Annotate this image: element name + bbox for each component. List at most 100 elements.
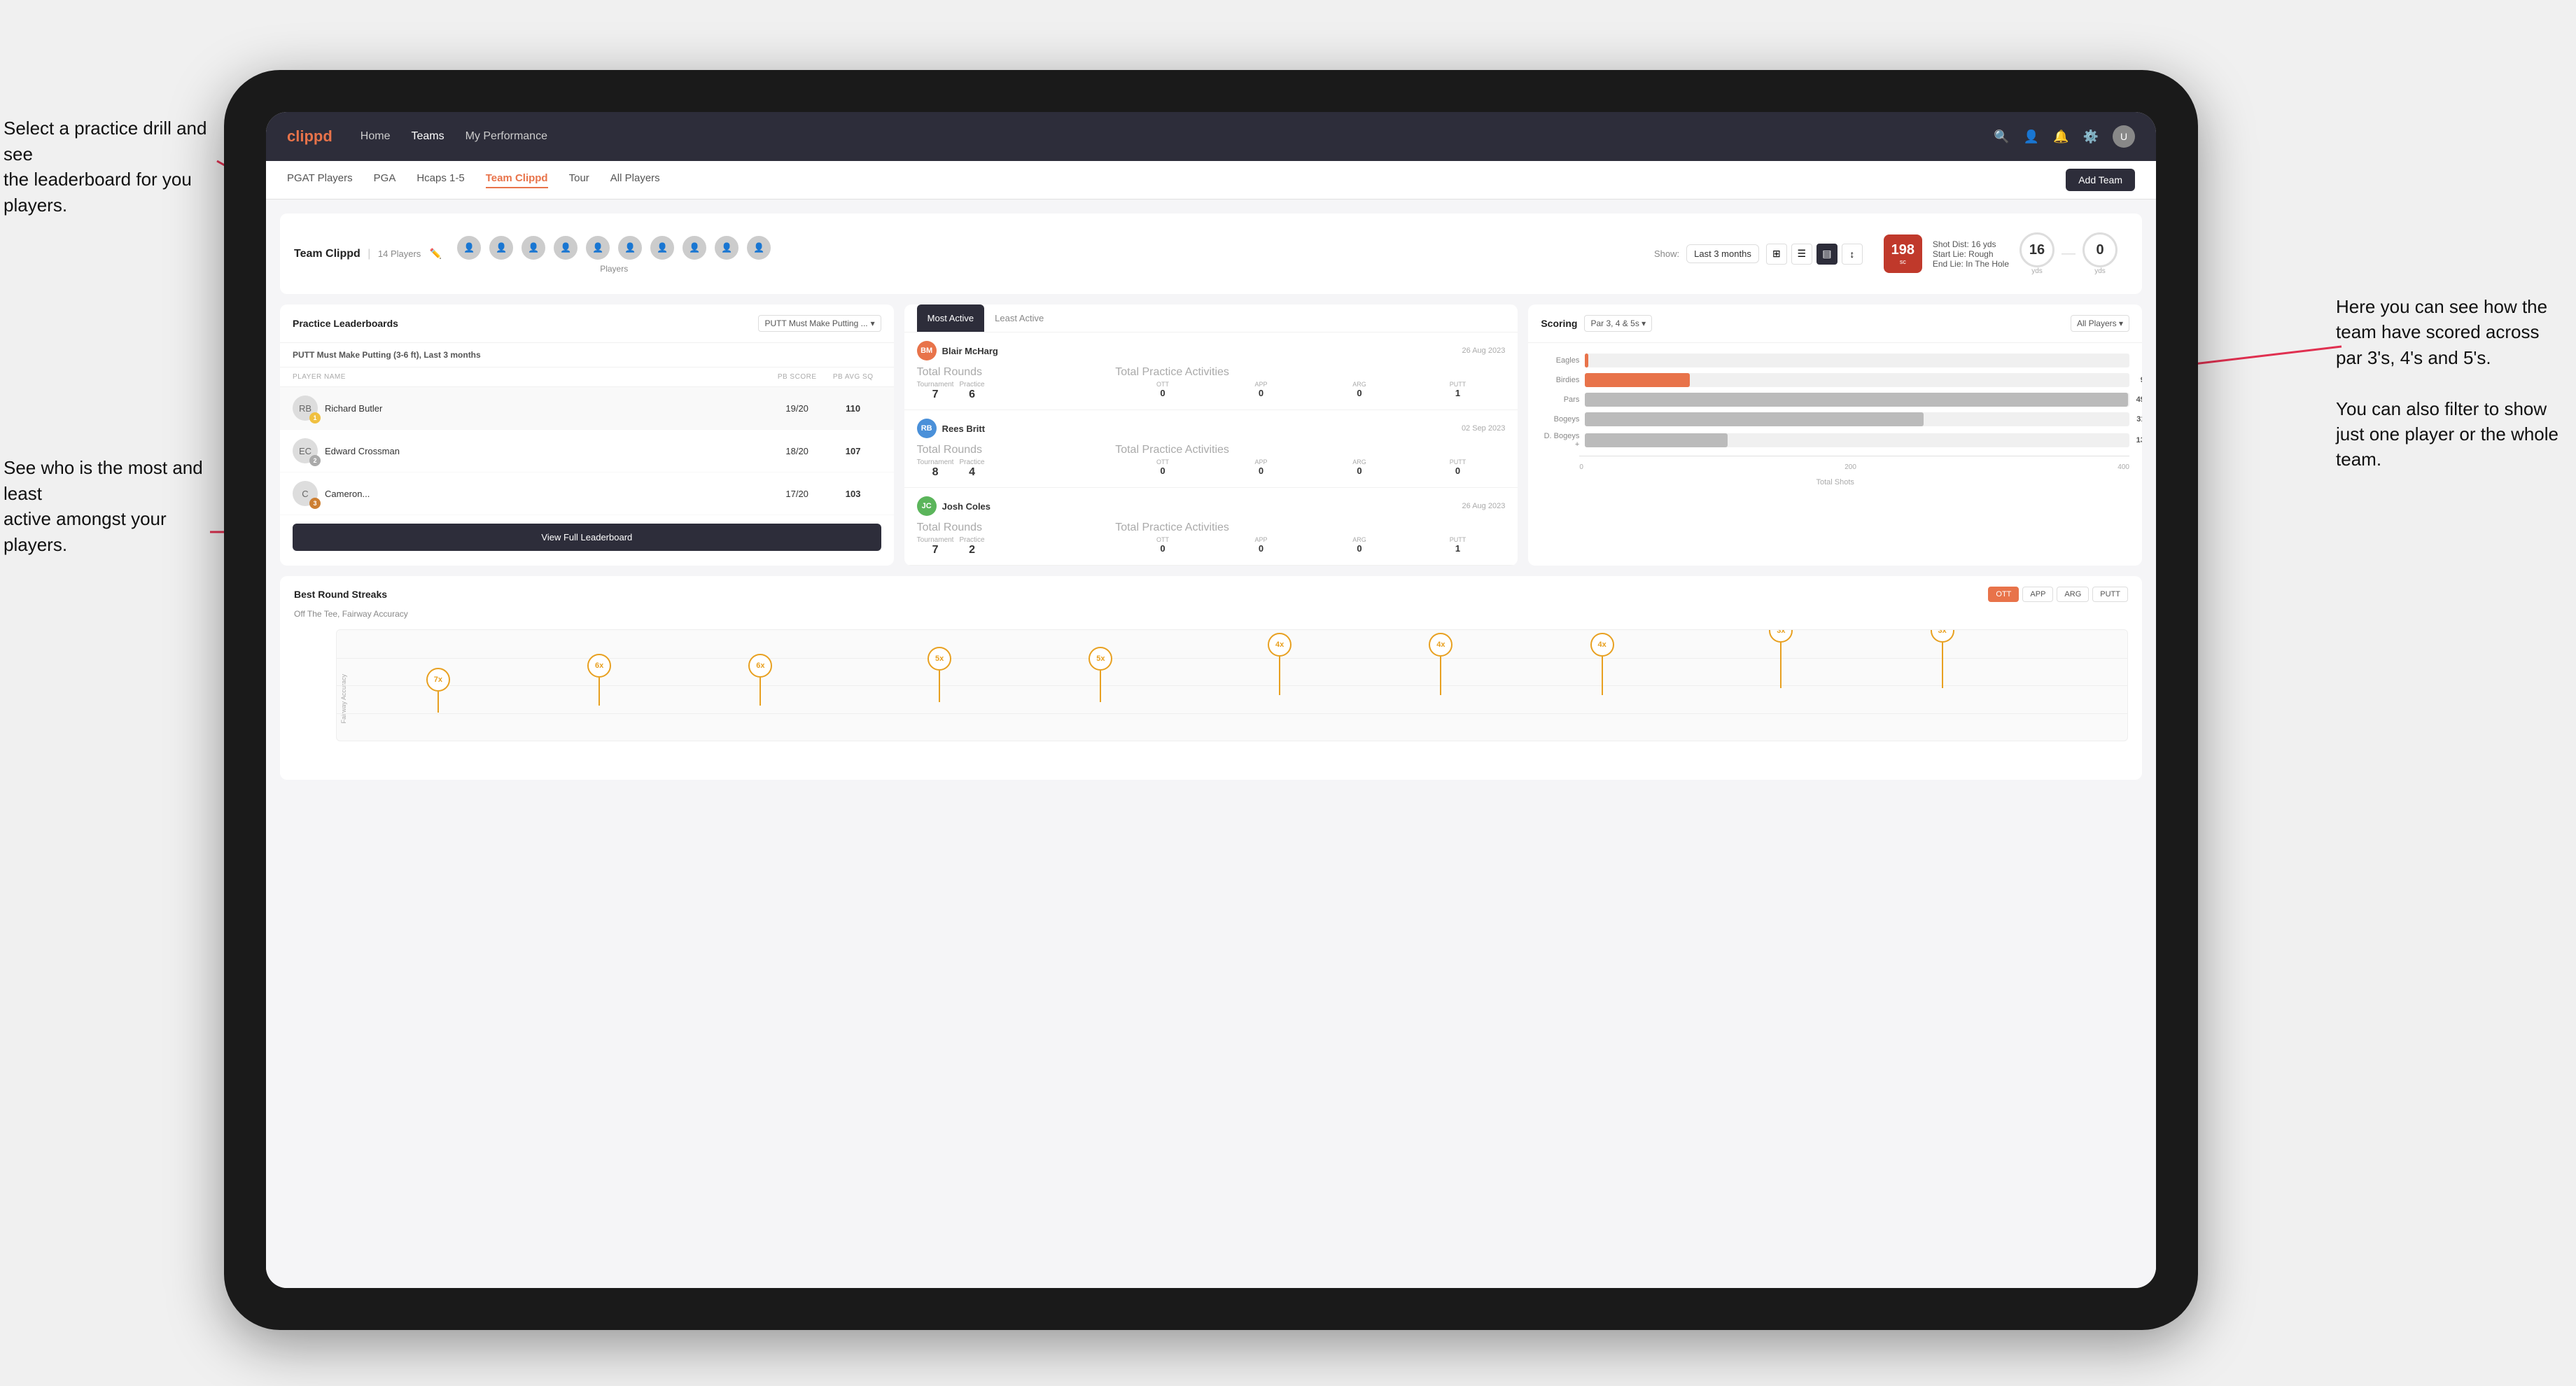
player-avatar-9[interactable]: 👤 bbox=[713, 234, 740, 261]
chart-axis: 0 200 400 bbox=[1541, 460, 2129, 475]
scoring-player-filter[interactable]: All Players ▾ bbox=[2071, 315, 2129, 332]
bar-row-dbogeys: D. Bogeys + 131 bbox=[1541, 432, 2129, 449]
bar-row-pars: Pars 499 bbox=[1541, 393, 2129, 407]
rank-badge-2: 2 bbox=[309, 455, 321, 466]
player-avatar-5[interactable]: 👤 bbox=[584, 234, 611, 261]
streak-dot-4: 5x bbox=[927, 647, 951, 702]
player-avatar-8[interactable]: 👤 bbox=[681, 234, 708, 261]
subnav-pgat[interactable]: PGAT Players bbox=[287, 172, 353, 188]
practice-activities-group-2: Total Practice Activities OTT 0 APP bbox=[1115, 444, 1505, 479]
scoring-title: Scoring bbox=[1541, 318, 1577, 329]
bar-fill-bogeys bbox=[1585, 412, 1924, 426]
bar-fill-pars bbox=[1585, 393, 2128, 407]
list-item: RB Rees Britt 02 Sep 2023 Total Rounds bbox=[904, 410, 1518, 488]
subnav-tour[interactable]: Tour bbox=[569, 172, 589, 188]
bar-row-bogeys: Bogeys 311 bbox=[1541, 412, 2129, 426]
activity-row-header-2: RB Rees Britt 02 Sep 2023 bbox=[917, 419, 1506, 438]
bar-label-bogeys: Bogeys bbox=[1541, 415, 1579, 424]
tab-least-active[interactable]: Least Active bbox=[984, 304, 1054, 332]
lb-score-3: 17/20 bbox=[769, 489, 825, 499]
streak-circle-4: 5x bbox=[927, 647, 951, 671]
player-avatar-3[interactable]: 👤 bbox=[520, 234, 547, 261]
subnav-pga[interactable]: PGA bbox=[374, 172, 396, 188]
streaks-filter-group: OTT APP ARG PUTT bbox=[1988, 587, 2128, 602]
streaks-filter-arg[interactable]: ARG bbox=[2057, 587, 2089, 602]
lb-avatar-2: EC 2 bbox=[293, 438, 318, 463]
edit-team-icon[interactable]: ✏️ bbox=[430, 248, 442, 259]
annotation-top-right: Here you can see how the team have score… bbox=[2336, 294, 2558, 472]
lb-avg-1: 110 bbox=[825, 403, 881, 414]
streaks-filter-ott[interactable]: OTT bbox=[1988, 587, 2019, 602]
scoring-par-filter[interactable]: Par 3, 4 & 5s ▾ bbox=[1584, 315, 1652, 332]
bar-label-birdies: Birdies bbox=[1541, 376, 1579, 384]
view-full-leaderboard-button[interactable]: View Full Leaderboard bbox=[293, 524, 881, 551]
show-dropdown[interactable]: Last 3 months bbox=[1686, 244, 1759, 263]
content-grid: Practice Leaderboards PUTT Must Make Put… bbox=[280, 304, 2142, 566]
activity-avatar-3: JC bbox=[917, 496, 937, 516]
tab-most-active[interactable]: Most Active bbox=[917, 304, 984, 332]
streaks-filter-putt[interactable]: PUTT bbox=[2092, 587, 2128, 602]
add-team-button[interactable]: Add Team bbox=[2066, 169, 2135, 191]
streaks-filter-app[interactable]: APP bbox=[2022, 587, 2053, 602]
practice-activities-group: Total Practice Activities OTT 0 APP bbox=[1115, 366, 1505, 401]
streak-dot-9: 3x bbox=[1769, 629, 1793, 688]
streak-circle-6: 4x bbox=[1268, 633, 1292, 657]
player-avatar-10[interactable]: 👤 bbox=[746, 234, 772, 261]
team-player-count: 14 Players bbox=[378, 248, 421, 259]
activity-stats-2: Total Rounds Tournament 8 Practice bbox=[917, 444, 1506, 479]
player-avatar-1[interactable]: 👤 bbox=[456, 234, 482, 261]
rank-badge-3: 3 bbox=[309, 498, 321, 509]
team-header-row: Team Clippd | 14 Players ✏️ 👤 👤 👤 👤 bbox=[280, 214, 2142, 294]
bar-fill-dbogeys bbox=[1585, 433, 1728, 447]
streak-dot-5: 5x bbox=[1088, 647, 1112, 702]
annotation-bottom-left: See who is the most and least active amo… bbox=[4, 455, 206, 557]
view-sort-icon[interactable]: ↕ bbox=[1842, 244, 1863, 265]
team-name-area: Team Clippd | 14 Players ✏️ bbox=[294, 248, 442, 260]
search-icon[interactable]: 🔍 bbox=[1994, 130, 2009, 144]
lb-name-3: Cameron... bbox=[325, 489, 370, 499]
total-rounds-group: Total Rounds Tournament 7 Practice bbox=[917, 366, 1109, 401]
logo: clippd bbox=[287, 127, 332, 146]
nav-home[interactable]: Home bbox=[360, 130, 391, 143]
view-list-icon[interactable]: ☰ bbox=[1791, 244, 1812, 265]
settings-icon[interactable]: ⚙️ bbox=[2083, 130, 2099, 144]
bell-icon[interactable]: 🔔 bbox=[2053, 130, 2068, 144]
streak-dot-7: 4x bbox=[1429, 633, 1452, 695]
nav-teams[interactable]: Teams bbox=[411, 130, 444, 143]
player-avatar-2[interactable]: 👤 bbox=[488, 234, 514, 261]
activity-player-name-1: BM Blair McHarg bbox=[917, 341, 998, 360]
view-card-icon[interactable]: ▤ bbox=[1816, 244, 1837, 265]
list-item: JC Josh Coles 26 Aug 2023 Total Rounds bbox=[904, 488, 1518, 566]
leaderboard-panel-header: Practice Leaderboards PUTT Must Make Put… bbox=[280, 304, 894, 343]
activity-panel: Most Active Least Active BM Blair McHarg… bbox=[904, 304, 1518, 566]
lb-avg-2: 107 bbox=[825, 446, 881, 456]
streak-dot-10: 3x bbox=[1931, 629, 1954, 688]
streak-dot-1: 7x bbox=[426, 668, 450, 713]
view-icons: ⊞ ☰ ▤ ↕ bbox=[1766, 244, 1863, 265]
player-avatar-6[interactable]: 👤 bbox=[617, 234, 643, 261]
show-label: Show: bbox=[1654, 248, 1679, 259]
person-icon[interactable]: 👤 bbox=[2024, 130, 2039, 144]
activity-row-header-3: JC Josh Coles 26 Aug 2023 bbox=[917, 496, 1506, 516]
subnav-all-players[interactable]: All Players bbox=[610, 172, 660, 188]
player-avatar-7[interactable]: 👤 bbox=[649, 234, 676, 261]
leaderboard-filter[interactable]: PUTT Must Make Putting ... ▾ bbox=[758, 315, 881, 332]
avatar[interactable]: U bbox=[2113, 125, 2135, 148]
subnav-team-clippd[interactable]: Team Clippd bbox=[486, 172, 548, 188]
activity-date-2: 02 Sep 2023 bbox=[1462, 424, 1505, 433]
tablet-screen: clippd Home Teams My Performance 🔍 👤 🔔 ⚙… bbox=[266, 112, 2156, 1288]
chart-x-label: Total Shots bbox=[1541, 478, 2129, 486]
nav-my-performance[interactable]: My Performance bbox=[465, 130, 547, 143]
streak-circle-2: 6x bbox=[587, 654, 611, 678]
rank-badge-1: 1 bbox=[309, 412, 321, 424]
lb-player-3: C 3 Cameron... bbox=[293, 481, 769, 506]
streak-circle-10: 3x bbox=[1931, 629, 1954, 643]
view-grid-icon[interactable]: ⊞ bbox=[1766, 244, 1787, 265]
players-section: 👤 👤 👤 👤 👤 👤 👤 👤 👤 👤 bbox=[456, 234, 772, 274]
lb-avatar-3: C 3 bbox=[293, 481, 318, 506]
player-avatar-4[interactable]: 👤 bbox=[552, 234, 579, 261]
subnav-hcaps[interactable]: Hcaps 1-5 bbox=[416, 172, 464, 188]
bar-fill-eagles bbox=[1585, 354, 1588, 368]
total-rounds-group-3: Total Rounds Tournament 7 Practice bbox=[917, 522, 1109, 556]
activity-tabs: Most Active Least Active bbox=[904, 304, 1518, 332]
